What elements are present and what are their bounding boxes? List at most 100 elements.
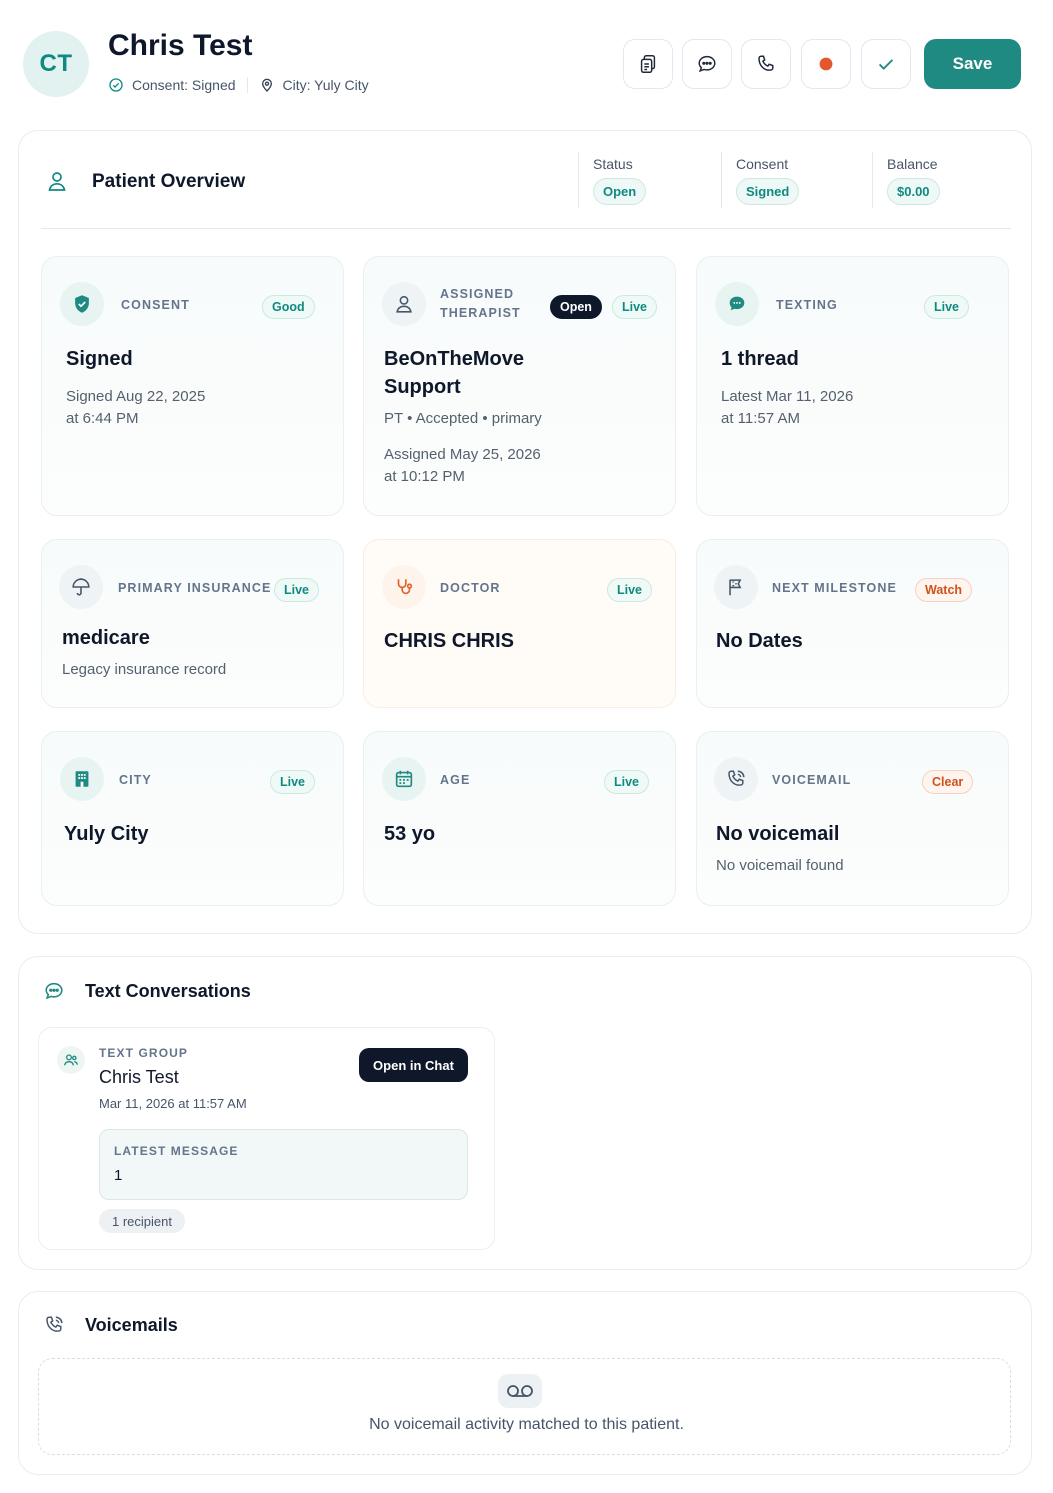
- message-button[interactable]: [682, 39, 732, 89]
- card-icon: [382, 565, 426, 609]
- latest-message-box: LATEST MESSAGE 1: [99, 1129, 468, 1200]
- card-subtext: Assigned May 25, 2026: [384, 446, 541, 463]
- card-icon: [715, 282, 759, 326]
- flag-icon: [729, 579, 742, 596]
- texting-card[interactable]: TEXTING Live 1 thread Latest Mar 11, 202…: [696, 256, 1009, 516]
- thread-date: Mar 11, 2026 at 11:57 AM: [99, 1096, 247, 1111]
- record-button[interactable]: [801, 39, 851, 89]
- voicemail-card[interactable]: VOICEMAIL Clear No voicemail No voicemai…: [696, 731, 1009, 906]
- milestone-card[interactable]: NEXT MILESTONE Watch No Dates: [696, 539, 1009, 708]
- card-value: Support: [384, 376, 461, 398]
- card-icon: [59, 565, 103, 609]
- latest-message-label: LATEST MESSAGE: [114, 1144, 239, 1158]
- status-badge: Good: [262, 295, 315, 319]
- overview-title: Patient Overview: [92, 171, 246, 192]
- card-value: No voicemail: [716, 823, 840, 845]
- card-subtext: Signed Aug 22, 2025: [66, 388, 206, 405]
- card-value: CHRIS CHRIS: [384, 630, 515, 652]
- recipient-count-badge: 1 recipient: [99, 1209, 185, 1233]
- overview-divider: [41, 228, 1011, 229]
- save-button[interactable]: Save: [924, 39, 1021, 89]
- city-meta: City: Yuly City: [282, 77, 369, 93]
- clear-badge: Clear: [922, 770, 974, 794]
- live-badge: Live: [607, 578, 653, 602]
- card-icon: [714, 757, 758, 801]
- copy-button[interactable]: [623, 39, 673, 89]
- phone-call-icon: [728, 770, 745, 786]
- meta-divider: [246, 77, 248, 93]
- age-card[interactable]: AGE Live 53 yo: [363, 731, 676, 906]
- stat-balance: Balance $0.00: [872, 152, 940, 208]
- card-detail: PT • Accepted • primary: [384, 410, 542, 427]
- chat-bubble-icon: [698, 55, 716, 73]
- card-label: AGE: [440, 773, 471, 787]
- building-icon: [75, 771, 89, 787]
- card-value: Yuly City: [64, 823, 149, 845]
- card-value: BeOnTheMove: [384, 348, 525, 370]
- open-in-chat-button[interactable]: Open in Chat: [359, 1048, 468, 1082]
- stat-label: Balance: [887, 156, 938, 172]
- insurance-card[interactable]: PRIMARY INSURANCE Live medicare Legacy i…: [41, 539, 344, 708]
- shield-check-icon: [75, 295, 89, 313]
- call-button[interactable]: [741, 39, 791, 89]
- card-subtext: No voicemail found: [716, 857, 844, 874]
- map-pin-icon: [261, 78, 272, 92]
- card-subtext: at 11:57 AM: [721, 410, 800, 427]
- calendar-icon: [395, 770, 413, 788]
- group-avatar: [57, 1046, 85, 1074]
- umbrella-icon: [72, 578, 90, 596]
- card-subtext: at 10:12 PM: [384, 468, 465, 485]
- card-value: No Dates: [716, 630, 803, 652]
- live-badge: Live: [604, 770, 650, 794]
- card-subtext: Legacy insurance record: [62, 661, 227, 678]
- card-label: NEXT MILESTONE: [772, 581, 897, 595]
- open-badge: Open: [550, 295, 602, 319]
- card-label: CITY: [119, 773, 152, 787]
- clipboard-copy-icon: [640, 55, 656, 73]
- live-badge: Live: [612, 295, 658, 319]
- phone-icon: [758, 55, 774, 71]
- thread-kind: TEXT GROUP: [99, 1046, 189, 1060]
- consent-card[interactable]: CONSENT Good Signed Signed Aug 22, 2025 …: [41, 256, 344, 516]
- section-title: Voicemails: [85, 1315, 178, 1335]
- card-label: PRIMARY INSURANCE: [118, 581, 272, 595]
- card-value: medicare: [62, 627, 150, 649]
- stat-status: Status Open: [578, 152, 647, 208]
- city-card[interactable]: CITY Live Yuly City: [41, 731, 344, 906]
- card-value: 53 yo: [384, 823, 436, 845]
- card-label: TEXTING: [776, 298, 838, 312]
- voicemail-icon-wrap: [498, 1374, 542, 1408]
- card-icon: [60, 282, 104, 326]
- card-value: Signed: [66, 348, 133, 370]
- card-subtext: Latest Mar 11, 2026: [721, 388, 854, 405]
- patient-header: CT Chris Test Consent: Signed City: Yuly…: [0, 0, 1053, 125]
- complete-button[interactable]: [861, 39, 911, 89]
- stat-label: Consent: [736, 156, 789, 172]
- card-icon: [60, 757, 104, 801]
- live-badge: Live: [274, 578, 320, 602]
- chat-bubble-icon: [45, 982, 63, 1000]
- voicemail-empty-message: No voicemail activity matched to this pa…: [369, 1416, 684, 1433]
- check-icon: [878, 59, 894, 70]
- card-label: VOICEMAIL: [772, 773, 852, 787]
- consent-badge: Signed: [736, 178, 800, 205]
- record-icon: [819, 57, 833, 71]
- balance-badge: $0.00: [887, 178, 940, 205]
- card-label: CONSENT: [121, 298, 190, 312]
- card-icon: [382, 282, 426, 326]
- section-title: Text Conversations: [85, 981, 251, 1001]
- patient-name: Chris Test: [108, 29, 253, 62]
- thread-name: Chris Test: [99, 1067, 179, 1087]
- consent-meta: Consent: Signed: [132, 77, 236, 93]
- therapist-card[interactable]: ASSIGNED THERAPIST Open Live BeOnTheMove…: [363, 256, 676, 516]
- users-icon: [64, 1054, 78, 1066]
- card-label: DOCTOR: [440, 581, 501, 595]
- watch-badge: Watch: [915, 578, 973, 602]
- doctor-card[interactable]: DOCTOR Live CHRIS CHRIS: [363, 539, 676, 708]
- stat-label: Status: [593, 156, 633, 172]
- status-badge: Open: [593, 178, 647, 205]
- avatar: CT: [23, 31, 89, 97]
- user-icon: [48, 172, 66, 191]
- card-icon: [714, 565, 758, 609]
- patient-meta: Consent: Signed City: Yuly City: [108, 77, 369, 93]
